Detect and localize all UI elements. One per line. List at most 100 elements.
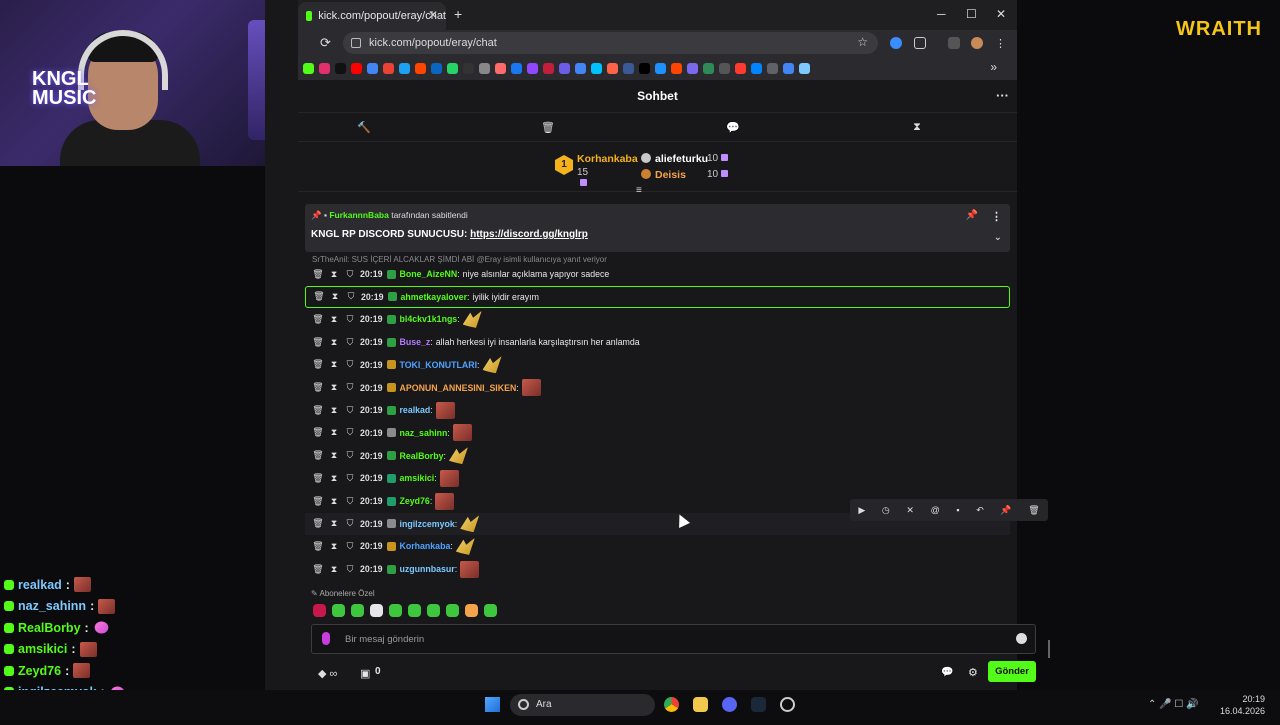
bookmark-icon[interactable] xyxy=(735,62,746,74)
bookmark-icon[interactable] xyxy=(511,62,522,74)
bookmark-icon[interactable] xyxy=(687,62,698,74)
chat-message[interactable]: 🗑 ⧗ ⛉ 20:19 Buse_z: allah herkesi iyi insanla… xyxy=(305,331,1010,353)
delete-icon[interactable]: 🗑 xyxy=(312,518,324,529)
bookmark-icon[interactable] xyxy=(639,62,650,74)
delete-message-icon[interactable]: 🗑 xyxy=(1028,505,1039,516)
message-username[interactable]: RealBorby xyxy=(400,451,444,461)
emote-icon[interactable] xyxy=(370,604,383,617)
delete-icon[interactable]: 🗑 xyxy=(312,473,324,484)
bookmark-icon[interactable] xyxy=(335,62,346,74)
shield-icon[interactable]: ⛉ xyxy=(344,450,356,461)
delete-icon[interactable]: 🗑 xyxy=(312,269,324,280)
timeout-icon[interactable]: ⧗ xyxy=(328,359,340,370)
steam-icon[interactable] xyxy=(751,697,766,712)
shield-icon[interactable]: ⛉ xyxy=(344,427,356,438)
delete-icon[interactable]: 🗑 xyxy=(312,450,324,461)
browser-tab[interactable]: kick.com/popout/eray/chat ✕ xyxy=(298,2,446,30)
delete-icon[interactable]: 🗑 xyxy=(312,337,324,348)
message-username[interactable]: Korhankaba xyxy=(400,541,451,551)
taskbar-search[interactable]: Ara xyxy=(510,694,655,716)
leaderboard-row[interactable]: aliefeturku 10 xyxy=(641,153,729,165)
bookmark-icon[interactable] xyxy=(463,62,474,74)
bookmark-icon[interactable] xyxy=(303,62,314,74)
windows-start-icon[interactable] xyxy=(485,697,500,712)
emote-icon[interactable] xyxy=(408,604,421,617)
chat-input[interactable]: Bir mesaj gönderin xyxy=(311,624,1036,654)
delete-icon[interactable]: 🗑 xyxy=(312,382,324,393)
bookmark-icon[interactable] xyxy=(719,62,730,74)
delete-icon[interactable]: 🗑 xyxy=(312,496,324,507)
delete-icon[interactable]: 🗑 xyxy=(312,427,324,438)
chat-message[interactable]: 🗑 ⧗ ⛉ 20:19 uzgunnbasur: xyxy=(305,558,1010,580)
chat-message[interactable]: 🗑 ⧗ ⛉ 20:19 Bone_AizeNN: niye alsınlar açıkla… xyxy=(305,263,1010,285)
scrollbar[interactable] xyxy=(1048,640,1050,658)
reply-icon[interactable]: ↶ xyxy=(976,505,984,516)
bookmark-icon[interactable] xyxy=(399,62,410,74)
bookmark-icon[interactable] xyxy=(367,62,378,74)
bookmark-icon[interactable] xyxy=(479,62,490,74)
timeout-icon[interactable]: ◷ xyxy=(882,505,890,516)
pinned-by-name[interactable]: FurkannnBaba xyxy=(329,210,389,220)
close-window-button[interactable]: ✕ xyxy=(996,7,1006,21)
reload-icon[interactable]: ⟳ xyxy=(320,35,331,51)
bookmark-icon[interactable] xyxy=(799,62,810,74)
site-info-icon[interactable] xyxy=(351,38,361,48)
message-username[interactable]: APONUN_ANNESINI_SIKEN xyxy=(400,383,517,393)
close-tab-icon[interactable]: ✕ xyxy=(428,8,438,22)
message-username[interactable]: TOKI_KONUTLARI xyxy=(400,360,478,370)
address-bar[interactable]: kick.com/popout/eray/chat ☆ xyxy=(343,32,878,54)
chat-mode-icon[interactable]: 💬 xyxy=(726,121,740,135)
bookmark-icon[interactable] xyxy=(527,62,538,74)
unpin-icon[interactable]: 📌 xyxy=(966,210,978,221)
bookmark-icon[interactable] xyxy=(543,62,554,74)
system-tray[interactable]: ⌃ 🎤 ☐ 🔊 xyxy=(1148,699,1199,710)
shield-icon[interactable]: ⛉ xyxy=(344,359,356,370)
emote-icon[interactable] xyxy=(351,604,364,617)
bookmark-icon[interactable] xyxy=(655,62,666,74)
message-username[interactable]: uzgunnbasur xyxy=(400,564,455,574)
minimize-button[interactable]: ─ xyxy=(937,7,946,21)
bookmark-icon[interactable] xyxy=(351,62,362,74)
message-username[interactable]: naz_sahinn xyxy=(400,428,448,438)
bookmark-icon[interactable] xyxy=(319,62,330,74)
chevron-down-icon[interactable]: ⌄ xyxy=(994,232,1002,243)
chat-message[interactable]: 🗑 ⧗ ⛉ 20:19 RealBorby: xyxy=(305,445,1010,467)
delete-icon[interactable]: 🗑 xyxy=(312,314,324,325)
chat-message[interactable]: 🗑 ⧗ ⛉ 20:19 amsikici: xyxy=(305,467,1010,489)
message-username[interactable]: Zeyd76 xyxy=(400,496,430,506)
emote-icon[interactable] xyxy=(484,604,497,617)
shield-icon[interactable]: ⛉ xyxy=(344,564,356,575)
timeout-icon[interactable]: ⧗ xyxy=(328,269,340,280)
chat-message[interactable]: 🗑 ⧗ ⛉ 20:19 ahmetkayalover: iyilik iyidir era… xyxy=(305,285,1010,308)
bookmark-icon[interactable] xyxy=(607,62,618,74)
bookmark-icon[interactable] xyxy=(751,62,762,74)
timeout-icon[interactable]: ⧗ xyxy=(328,496,340,507)
chat-message[interactable]: 🗑 ⧗ ⛉ 20:19 realkad: xyxy=(305,399,1010,421)
media-control-icon[interactable] xyxy=(948,37,960,49)
chat-message[interactable]: 🗑 ⧗ ⛉ 20:19 APONUN_ANNESINI_SIKEN: xyxy=(305,377,1010,399)
clock[interactable]: 20:19 16.04.2026 xyxy=(1220,693,1265,717)
bookmark-icon[interactable] xyxy=(383,62,394,74)
slow-mode-icon[interactable]: ⧗ xyxy=(910,121,924,135)
profile-avatar-icon[interactable] xyxy=(971,37,983,49)
play-icon[interactable]: ▶ xyxy=(858,505,865,516)
timeout-icon[interactable]: ⧗ xyxy=(328,541,340,552)
extension-icon[interactable] xyxy=(890,37,902,49)
shield-icon[interactable]: ⛉ xyxy=(344,496,356,507)
shield-icon[interactable]: ⛉ xyxy=(344,405,356,416)
chat-message[interactable]: 🗑 ⧗ ⛉ 20:19 TOKI_KONUTLARI: xyxy=(305,354,1010,376)
emote-icon[interactable] xyxy=(332,604,345,617)
message-username[interactable]: Buse_z xyxy=(400,337,431,347)
send-button[interactable]: Gönder xyxy=(988,661,1036,682)
maximize-button[interactable]: ☐ xyxy=(966,7,977,21)
mute-icon[interactable]: ✕ xyxy=(906,505,914,516)
message-username[interactable]: ingilzcemyok xyxy=(400,519,455,529)
timeout-icon[interactable]: ⧗ xyxy=(328,450,340,461)
pinned-more-icon[interactable]: ⋮ xyxy=(991,210,1002,223)
microphone-icon[interactable] xyxy=(322,632,330,645)
chat-message[interactable]: 🗑 ⧗ ⛉ 20:19 bl4ckv1k1ngs: xyxy=(305,308,1010,330)
ban-hammer-icon[interactable]: 🔨 xyxy=(357,121,371,135)
emote-icon[interactable] xyxy=(446,604,459,617)
gift-box-icon[interactable]: ▣ xyxy=(360,667,370,680)
shield-icon[interactable]: ⛉ xyxy=(344,314,356,325)
